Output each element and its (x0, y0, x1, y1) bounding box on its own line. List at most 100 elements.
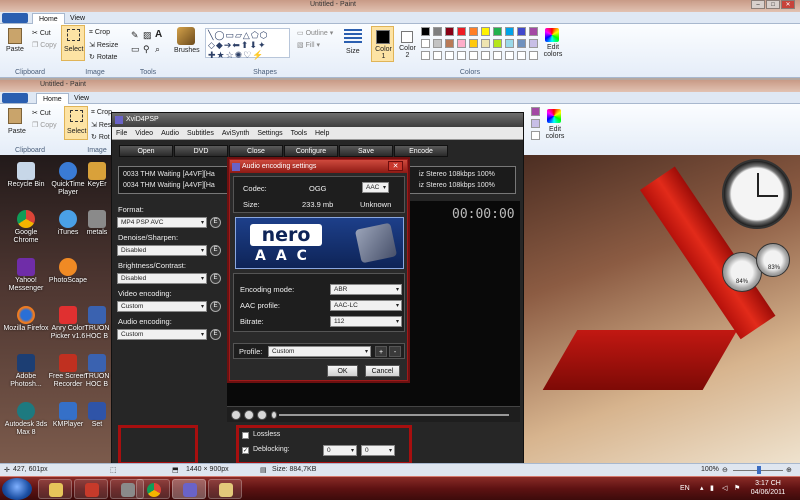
color-swatch[interactable] (457, 39, 466, 48)
ok-button[interactable]: OK (327, 365, 358, 377)
edit-colors-button[interactable]: Edit colors (540, 44, 566, 58)
dvd-button[interactable]: DVD (174, 145, 228, 157)
desktop-icon-photoscape[interactable]: PhotoScape (44, 258, 92, 285)
zoom-slider-thumb[interactable] (757, 466, 761, 474)
color-picker-icon[interactable]: ⚲ (143, 44, 150, 55)
copy-button-front[interactable]: ❐ Copy (32, 121, 57, 129)
color-swatch[interactable] (505, 39, 514, 48)
bitrate-select[interactable]: 112 ▾ (330, 316, 402, 327)
color-swatch[interactable] (469, 39, 478, 48)
desktop-icon-truong-1[interactable]: TRUON HOC B (80, 306, 114, 341)
seek-slider-track[interactable] (279, 414, 509, 416)
custom-color-swatch[interactable] (421, 51, 430, 60)
denoise-select[interactable]: Disabled ▾ (117, 245, 207, 256)
desktop-icon-photoshop[interactable]: Adobe Photosh... (2, 354, 50, 389)
menu-tools[interactable]: Tools (287, 127, 311, 140)
color-swatch[interactable] (481, 27, 490, 36)
format-edit-button[interactable]: E (210, 217, 221, 228)
text-icon[interactable]: A (155, 29, 162, 40)
taskbar-xvid4psp[interactable] (172, 479, 206, 499)
select-button-front[interactable]: Select (64, 106, 88, 140)
minimize-button[interactable]: – (751, 0, 765, 9)
start-button[interactable] (2, 478, 32, 500)
color-swatch[interactable] (493, 39, 502, 48)
audio-encoding-edit-button[interactable]: E (210, 329, 221, 340)
color-swatch[interactable] (433, 27, 442, 36)
resize-button-front[interactable]: ⇲ Resi (91, 121, 113, 129)
custom-color-swatch[interactable] (493, 51, 502, 60)
select-button[interactable]: Select (61, 25, 85, 61)
lossless-checkbox[interactable] (242, 432, 249, 439)
network-icon[interactable]: ▮ (710, 484, 714, 492)
encoding-mode-select[interactable]: ABR ▾ (330, 284, 402, 295)
fill-dropdown[interactable]: ▧ Fill ▾ (297, 41, 320, 49)
open-button[interactable]: Open (119, 145, 173, 157)
frame-back-button[interactable] (244, 410, 254, 420)
color-swatch[interactable] (529, 27, 538, 36)
color-swatch[interactable] (531, 107, 540, 116)
color-swatch[interactable] (445, 27, 454, 36)
desktop-icon-truong-2[interactable]: TRUON HOC B (80, 354, 114, 389)
resize-button[interactable]: ⇲ Resize (89, 41, 118, 49)
desktop-icon-recycle-bin[interactable]: Recycle Bin (2, 162, 50, 189)
menu-audio[interactable]: Audio (157, 127, 183, 140)
deblocking-checkbox[interactable]: ✓ (242, 447, 249, 454)
taskbar-chrome[interactable] (136, 479, 170, 499)
save-button[interactable]: Save (339, 145, 393, 157)
color-swatch[interactable] (457, 27, 466, 36)
volume-icon[interactable]: ◁ (722, 484, 727, 492)
custom-color-swatch[interactable] (517, 51, 526, 60)
cut-button[interactable]: ✂ Cut (32, 29, 51, 37)
custom-color-swatch[interactable] (481, 51, 490, 60)
color-swatch[interactable] (493, 27, 502, 36)
video-encoding-edit-button[interactable]: E (210, 301, 221, 312)
color-swatch[interactable] (529, 39, 538, 48)
remove-profile-button[interactable]: - (389, 346, 401, 357)
memory-gauge[interactable]: 83% (756, 243, 790, 277)
outline-dropdown[interactable]: ▭ Outline ▾ (297, 29, 333, 37)
desktop-icon-yahoo[interactable]: Yahoo! Messenger (2, 258, 50, 293)
copy-button[interactable]: ❐ Copy (32, 41, 57, 49)
denoise-edit-button[interactable]: E (210, 245, 221, 256)
menu-video[interactable]: Video (131, 127, 157, 140)
desktop-icon-metals[interactable]: metals (80, 210, 114, 237)
size-button[interactable]: Size (346, 48, 360, 55)
color-swatch[interactable] (433, 39, 442, 48)
menu-settings[interactable]: Settings (253, 127, 286, 140)
cancel-button[interactable]: Cancel (365, 365, 400, 377)
brushes-button[interactable]: Brushes (174, 47, 200, 54)
pencil-icon[interactable]: ✎ (131, 30, 139, 41)
clock-gadget[interactable] (722, 159, 792, 229)
deblocking-b-select[interactable]: 0 ▾ (361, 445, 395, 456)
custom-color-swatch[interactable] (433, 51, 442, 60)
zoom-in-button[interactable]: ⊕ (786, 466, 792, 474)
video-encoding-select[interactable]: Custom ▾ (117, 301, 207, 312)
add-profile-button[interactable]: + (375, 346, 387, 357)
clock-date[interactable]: 04/06/2011 (748, 489, 788, 496)
show-hidden-icons[interactable]: ▴ (700, 484, 704, 492)
zoom-out-button[interactable]: ⊖ (722, 466, 728, 474)
color-swatch[interactable] (531, 131, 540, 140)
configure-button[interactable]: Configure (284, 145, 338, 157)
play-button[interactable] (231, 410, 241, 420)
taskbar-media[interactable] (74, 479, 108, 499)
deblocking-a-select[interactable]: 0 ▾ (323, 445, 357, 456)
desktop-icon-keyer[interactable]: KeyEr (80, 162, 114, 189)
custom-color-swatch[interactable] (469, 51, 478, 60)
color-swatch[interactable] (421, 39, 430, 48)
desktop-icon-firefox[interactable]: Mozilla Firefox (2, 306, 50, 333)
menu-help[interactable]: Help (311, 127, 333, 140)
flag-icon[interactable]: ⚑ (734, 484, 740, 492)
paint-menu-button[interactable] (2, 13, 28, 23)
color-swatch[interactable] (445, 39, 454, 48)
clock-time[interactable]: 3:17 CH (750, 480, 786, 487)
crop-button-front[interactable]: ⌗ Crop (91, 109, 112, 117)
close-file-button[interactable]: Close (229, 145, 283, 157)
color-swatch[interactable] (481, 39, 490, 48)
custom-color-swatch[interactable] (445, 51, 454, 60)
tab-home[interactable]: Home (32, 13, 65, 24)
desktop-icon-3dsmax[interactable]: Autodesk 3ds Max 8 (2, 402, 50, 437)
profile-select[interactable]: Custom ▾ (268, 346, 371, 357)
tab-view-front[interactable]: View (68, 93, 95, 104)
edit-colors-button-front[interactable]: Edit colors (542, 126, 568, 140)
